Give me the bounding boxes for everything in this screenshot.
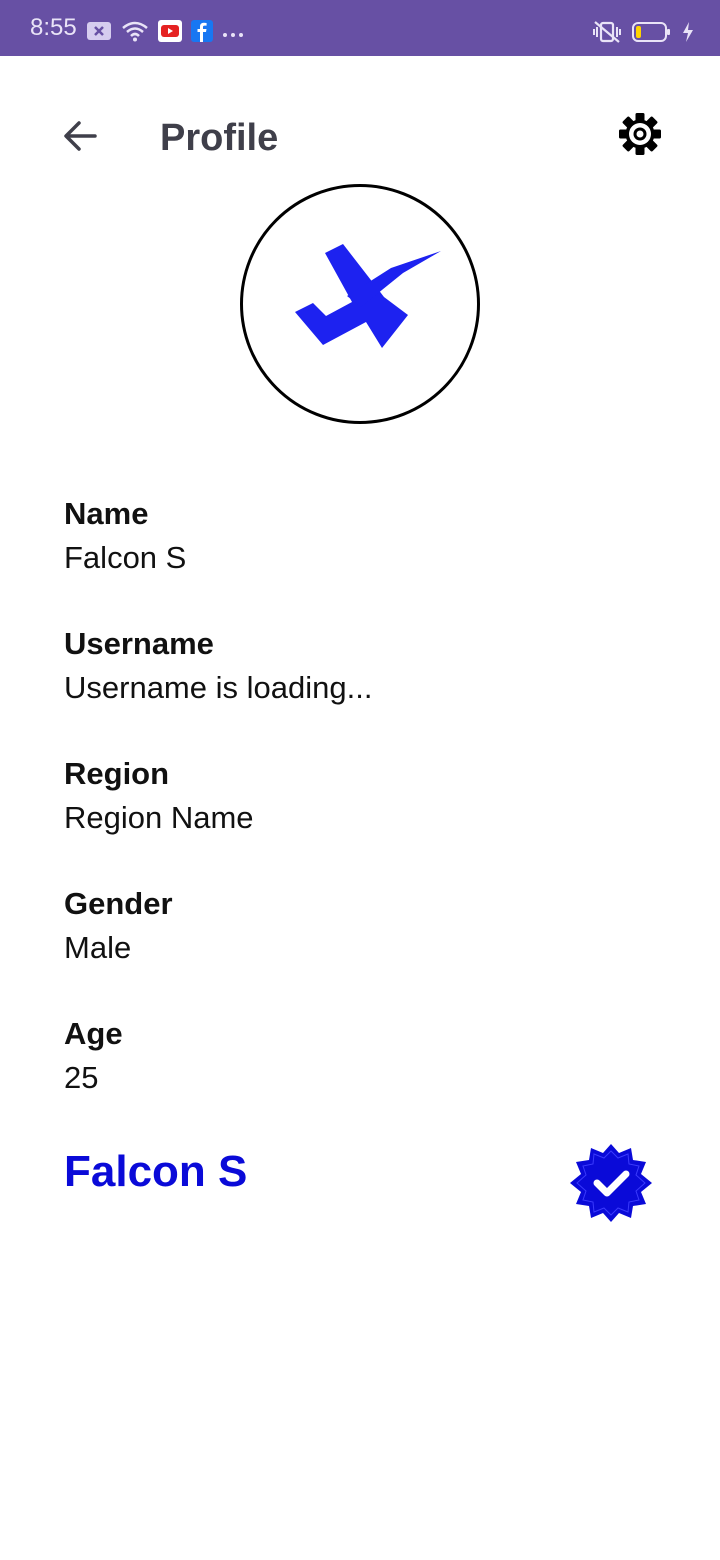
- field-value: Username is loading...: [64, 670, 373, 705]
- status-bar: 8:55: [0, 0, 720, 56]
- field-value: Region Name: [64, 800, 254, 835]
- page-title: Profile: [160, 117, 279, 159]
- field-label: Region: [64, 756, 170, 791]
- field-label: Username: [64, 626, 214, 661]
- vibrate-off-icon: [592, 20, 622, 49]
- status-left-icons: [86, 20, 244, 47]
- status-right-icons: [592, 20, 694, 49]
- field-value: 25: [64, 1060, 99, 1095]
- field-gender: Gender Male: [64, 884, 664, 1014]
- settings-button[interactable]: [616, 112, 664, 160]
- youtube-icon: [158, 20, 182, 47]
- verified-badge: [568, 1142, 654, 1224]
- avatar[interactable]: [240, 184, 480, 424]
- more-icon: [222, 25, 244, 43]
- arrow-left-icon: [62, 120, 98, 157]
- field-value: Falcon S: [64, 540, 187, 575]
- battery-icon: [632, 21, 672, 48]
- field-label: Gender: [64, 886, 173, 921]
- field-age: Age 25: [64, 1014, 664, 1144]
- message-icon: [86, 21, 112, 46]
- profile-fields: Name Falcon S Username Username is loadi…: [64, 494, 664, 1144]
- facebook-icon: [191, 20, 213, 47]
- logo-icon: [243, 244, 477, 421]
- back-button[interactable]: [56, 114, 104, 162]
- field-label: Age: [64, 1016, 123, 1051]
- gear-icon: [618, 112, 662, 161]
- charging-icon: [682, 22, 694, 47]
- wifi-icon: [121, 20, 149, 47]
- verified-badge-icon: [568, 1144, 654, 1228]
- status-time: 8:55: [30, 14, 77, 41]
- display-name: Falcon S: [64, 1147, 248, 1196]
- field-label: Name: [64, 496, 149, 531]
- field-username: Username Username is loading...: [64, 624, 664, 754]
- field-value: Male: [64, 930, 132, 965]
- field-name: Name Falcon S: [64, 494, 664, 624]
- field-region: Region Region Name: [64, 754, 664, 884]
